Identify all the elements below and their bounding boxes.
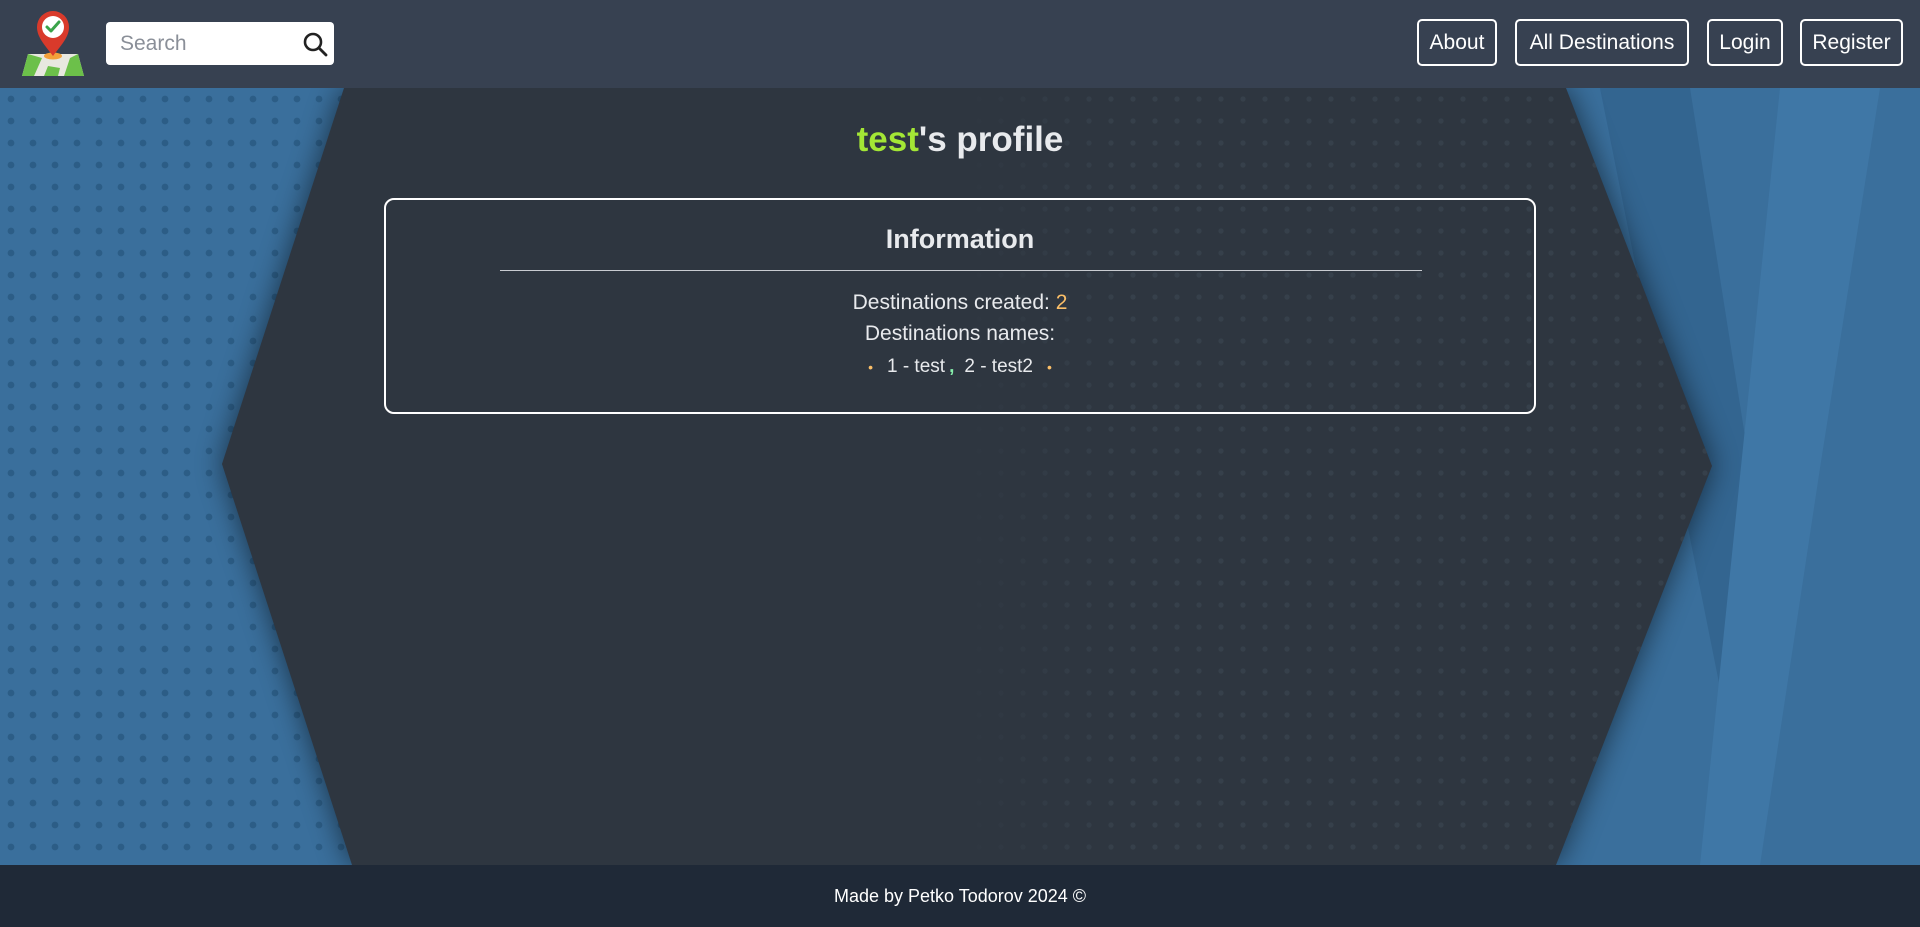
- profile-title-suffix: 's profile: [918, 120, 1064, 159]
- profile-title: test's profile: [0, 120, 1920, 160]
- footer-text: Made by Petko Todorov 2024 ©: [833, 885, 1087, 906]
- nav-register-button[interactable]: Register: [1800, 19, 1903, 66]
- information-heading: Information: [885, 224, 1035, 254]
- footer: Made by Petko Todorov 2024 ©: [0, 865, 1920, 927]
- map-pin-check-icon: [22, 11, 84, 76]
- destination-link[interactable]: 2 - test2: [964, 356, 1033, 378]
- destinations-names-label: Destinations names:: [864, 322, 1056, 345]
- nav-about-button[interactable]: About: [1417, 19, 1497, 66]
- search-input[interactable]: [106, 22, 296, 65]
- nav-all-destinations-button[interactable]: All Destinations: [1515, 19, 1689, 66]
- destinations-created-label: Destinations created:: [852, 291, 1050, 314]
- information-card: Information Destinations created: 2 Dest…: [384, 198, 1536, 414]
- list-separator: ,: [949, 356, 955, 377]
- destinations-created-count: 2: [1055, 291, 1068, 314]
- search-box: [106, 22, 334, 65]
- bullet-dot: •: [1047, 359, 1052, 375]
- destination-link[interactable]: 1 - test: [887, 356, 945, 378]
- destinations-list: • 1 - test , 2 - test2 •: [386, 356, 1534, 378]
- navbar: About All Destinations Login Register: [0, 0, 1920, 88]
- search-icon[interactable]: [302, 31, 328, 57]
- profile-username: test: [856, 120, 919, 159]
- nav-login-button[interactable]: Login: [1707, 19, 1783, 66]
- site-logo[interactable]: [20, 10, 86, 78]
- divider: [500, 270, 1422, 271]
- bullet-dot: •: [868, 359, 873, 375]
- destinations-created-line: Destinations created: 2: [386, 291, 1534, 315]
